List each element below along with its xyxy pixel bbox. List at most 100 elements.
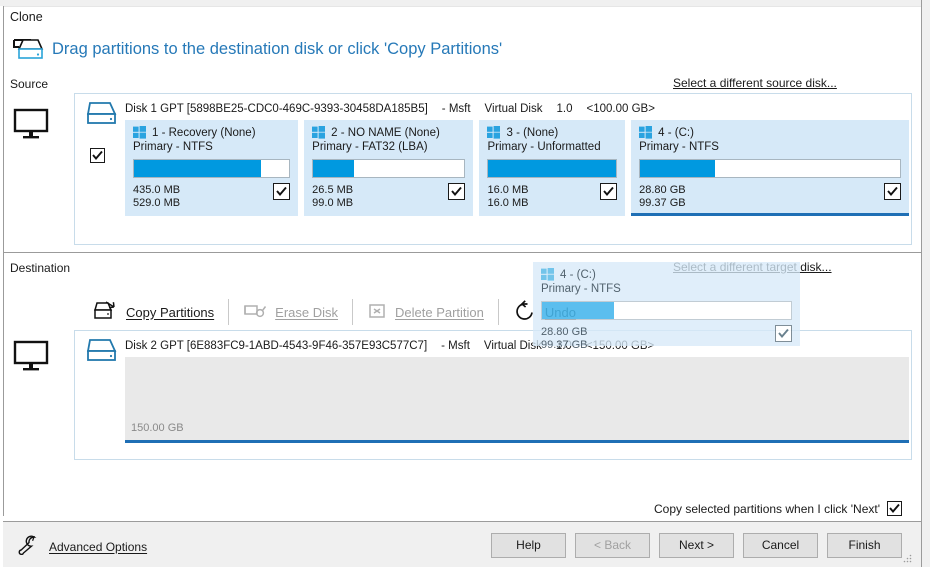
destination-disk-icon xyxy=(85,337,119,365)
erase-disk-label: Erase Disk xyxy=(275,304,339,320)
source-monitor-icon xyxy=(12,108,54,142)
source-disk-header: Disk 1 GPT [5898BE25-CDC0-469C-9393-3045… xyxy=(125,103,655,115)
wizard-button-row: Help < Back Next > Cancel Finish xyxy=(491,533,902,558)
partition-usage-fill xyxy=(488,160,617,177)
finish-button[interactable]: Finish xyxy=(827,533,902,558)
destination-disk-panel[interactable]: Disk 2 GPT [6E883FC9-1ABD-4543-9F46-357E… xyxy=(74,330,912,460)
copy-on-next-label: Copy selected partitions when I click 'N… xyxy=(653,501,880,516)
partition-usage-bar xyxy=(133,159,291,178)
partition-card[interactable]: 3 - (None) Primary - Unformatted 16.0 MB… xyxy=(479,120,626,216)
window-title: Clone xyxy=(10,10,43,24)
window-left-edge xyxy=(0,6,4,516)
partition-used-size: 16.0 MB xyxy=(487,184,529,196)
delete-partition-button[interactable]: Delete Partition xyxy=(353,301,498,324)
partition-total-size: 16.0 MB xyxy=(487,196,529,209)
resize-grip[interactable] xyxy=(902,553,912,563)
partition-title-row: 3 - (None) xyxy=(487,126,617,139)
partition-sizes: 28.80 GB 99.37 GB xyxy=(639,183,901,209)
partition-label: 3 - (None) xyxy=(506,126,559,139)
partition-filesystem: Primary - FAT32 (LBA) xyxy=(312,141,428,153)
partition-usage-fill xyxy=(640,160,716,177)
copy-partitions-label: Copy Partitions xyxy=(126,304,215,320)
partition-title-row: 1 - Recovery (None) xyxy=(133,126,290,139)
help-button[interactable]: Help xyxy=(491,533,566,558)
partition-usage-bar xyxy=(639,159,901,178)
destination-toolbar: Copy Partitions Erase Disk Delete Partit… xyxy=(80,292,590,332)
partition-card[interactable]: 2 - NO NAME (None) Primary - FAT32 (LBA)… xyxy=(304,120,474,216)
erase-disk-icon xyxy=(243,301,267,324)
source-disk-capacity: <100.00 GB> xyxy=(586,103,655,115)
windows-logo-icon xyxy=(312,126,326,139)
partition-used-size: 26.5 MB xyxy=(312,184,354,196)
partition-filesystem: Primary - Unformatted xyxy=(487,141,601,153)
section-divider xyxy=(3,252,922,253)
partition-sizes: 435.0 MB 529.0 MB xyxy=(133,183,291,209)
back-button[interactable]: < Back xyxy=(575,533,650,558)
window-top-strip xyxy=(0,0,930,7)
partition-card[interactable]: 4 - (C:) Primary - NTFS 28.80 GB 99.37 G… xyxy=(631,120,909,216)
destination-disk-capacity: <150.00 GB> xyxy=(585,340,655,352)
partition-usage-fill xyxy=(134,160,262,177)
source-disk-panel: Disk 1 GPT [5898BE25-CDC0-469C-9393-3045… xyxy=(74,93,912,245)
erase-disk-button[interactable]: Erase Disk xyxy=(229,301,352,324)
destination-disk-vendor: - Msft xyxy=(441,340,470,352)
undo-button[interactable]: Undo xyxy=(499,299,590,326)
undo-icon xyxy=(513,299,537,326)
partition-label: 1 - Recovery (None) xyxy=(152,126,256,139)
partition-sizes: 16.0 MB 16.0 MB xyxy=(487,183,618,209)
partition-checkbox[interactable] xyxy=(600,183,618,200)
partition-label: 2 - NO NAME (None) xyxy=(331,126,440,139)
copy-on-next-row[interactable]: Copy selected partitions when I click 'N… xyxy=(654,501,902,516)
partition-usage-fill xyxy=(313,160,354,177)
partition-used-size: 435.0 MB xyxy=(133,184,181,196)
source-disk-icon xyxy=(85,100,119,128)
source-disk-vendor: - Msft xyxy=(441,103,471,115)
partition-used-size: 28.80 GB xyxy=(639,184,686,196)
copy-partitions-icon xyxy=(94,300,118,325)
partition-checkbox[interactable] xyxy=(884,183,901,200)
select-different-target-disk-link[interactable]: Select a different target disk... xyxy=(673,260,832,274)
drag-ghost-label: 4 - (C:) xyxy=(560,268,596,281)
destination-free-space-label: 150.00 GB xyxy=(131,422,184,434)
windows-logo-icon xyxy=(133,126,146,139)
source-disk-version: 1.0 xyxy=(556,103,573,115)
select-different-source-disk-link[interactable]: Select a different source disk... xyxy=(673,76,837,90)
window-right-edge xyxy=(921,0,930,567)
partition-filesystem: Primary - NTFS xyxy=(639,141,719,153)
footer-bar: Advanced Options Help < Back Next > Canc… xyxy=(3,521,922,567)
partition-usage-bar xyxy=(312,159,466,178)
partition-sizes: 26.5 MB 99.0 MB xyxy=(312,183,466,209)
partition-title-row: 2 - NO NAME (None) xyxy=(312,126,465,139)
next-button[interactable]: Next > xyxy=(659,533,734,558)
partition-label: 4 - (C:) xyxy=(658,126,694,139)
destination-disk-version: 1.0 xyxy=(555,340,572,352)
delete-partition-icon xyxy=(367,301,387,324)
source-partition-strip: 1 - Recovery (None) Primary - NTFS 435.0… xyxy=(125,120,909,216)
source-section-label: Source xyxy=(10,77,49,91)
wrench-icon xyxy=(18,535,40,558)
copy-partitions-button[interactable]: Copy Partitions xyxy=(80,300,228,325)
partition-total-size: 529.0 MB xyxy=(133,196,181,209)
partition-total-size: 99.37 GB xyxy=(639,196,686,209)
partition-title-row: 4 - (C:) xyxy=(639,126,901,139)
copy-on-next-checkbox[interactable] xyxy=(887,501,902,516)
windows-logo-icon xyxy=(487,126,501,139)
windows-logo-icon xyxy=(541,268,554,281)
windows-logo-icon xyxy=(639,126,653,139)
clone-wizard-window: Clone Drag partitions to the destination… xyxy=(0,0,930,567)
destination-section-label: Destination xyxy=(10,261,71,275)
destination-free-space-area[interactable]: 150.00 GB xyxy=(125,357,909,443)
advanced-options-link[interactable]: Advanced Options xyxy=(18,535,147,558)
partition-checkbox[interactable] xyxy=(448,183,466,200)
partition-card[interactable]: 1 - Recovery (None) Primary - NTFS 435.0… xyxy=(125,120,299,216)
partition-checkbox[interactable] xyxy=(273,183,291,200)
destination-disk-header: Disk 2 GPT [6E883FC9-1ABD-4543-9F46-357E… xyxy=(125,340,654,352)
page-headline: Drag partitions to the destination disk … xyxy=(52,40,503,58)
advanced-options-label: Advanced Options xyxy=(49,539,148,554)
destination-monitor-icon xyxy=(12,340,54,374)
cancel-button[interactable]: Cancel xyxy=(743,533,818,558)
source-disk-checkbox[interactable] xyxy=(90,148,105,163)
destination-disk-type: Virtual Disk xyxy=(483,340,542,352)
partition-total-size: 99.0 MB xyxy=(312,196,354,209)
partition-usage-bar xyxy=(487,159,618,178)
